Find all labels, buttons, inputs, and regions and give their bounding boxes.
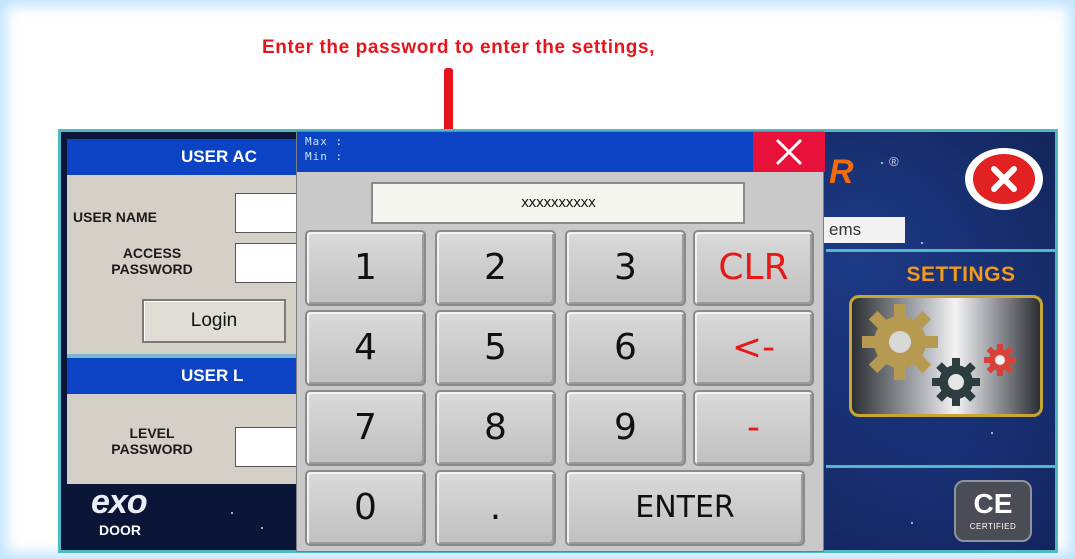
key-backspace[interactable]: <-: [693, 310, 814, 386]
key-8[interactable]: 8: [435, 390, 556, 466]
keypad-title-bar: Max : Min :: [297, 132, 825, 172]
numeric-keypad-dialog: Max : Min : xxxxxxxxxx 1 2 3 CLR 4 5 6 <…: [296, 131, 825, 552]
teal-divider: [826, 465, 1055, 468]
ce-badge-icon: CE CERTIFIED: [954, 480, 1032, 542]
gears-icon: [862, 304, 1016, 406]
ce-mark: CE: [973, 488, 1013, 519]
star: [991, 432, 993, 434]
door-brand: DOOR: [99, 522, 141, 538]
key-1[interactable]: 1: [305, 230, 426, 306]
brand-logo-letter: R: [829, 153, 854, 191]
password-display: xxxxxxxxxx: [371, 182, 745, 224]
panel-divider: [67, 354, 307, 358]
level-password-label-line2: PASSWORD: [111, 441, 193, 457]
key-clear[interactable]: CLR: [693, 230, 814, 306]
level-password-label-line1: LEVEL: [129, 425, 175, 441]
star: [921, 242, 923, 244]
user-name-label: USER NAME: [73, 209, 158, 225]
min-label: Min :: [305, 150, 344, 163]
key-2[interactable]: 2: [435, 230, 556, 306]
star: [231, 512, 233, 514]
user-access-header: USER AC: [67, 139, 307, 175]
key-enter[interactable]: ENTER: [565, 470, 805, 546]
close-x-glyph: [973, 154, 1035, 204]
settings-button[interactable]: [849, 295, 1043, 417]
key-6[interactable]: 6: [565, 310, 686, 386]
key-0[interactable]: 0: [305, 470, 426, 546]
close-x-svg: [991, 166, 1017, 192]
key-7[interactable]: 7: [305, 390, 426, 466]
access-password-label-line2: PASSWORD: [111, 261, 193, 277]
access-password-label-line1: ACCESS: [122, 245, 182, 261]
access-password-label: ACCESS PASSWORD: [77, 245, 227, 277]
close-x-icon: [775, 138, 803, 166]
key-9[interactable]: 9: [565, 390, 686, 466]
large-gear: [862, 304, 938, 380]
registered-mark: ®: [889, 154, 899, 169]
exo-door-logo: exo DOOR: [91, 482, 191, 550]
close-circle-icon[interactable]: [965, 148, 1043, 210]
exo-brand: exo: [91, 483, 148, 521]
login-button[interactable]: Login: [142, 299, 286, 343]
user-level-header: USER L: [67, 358, 307, 394]
teal-divider: [826, 249, 1055, 252]
key-4[interactable]: 4: [305, 310, 426, 386]
ce-certified-text: CERTIFIED: [969, 522, 1017, 531]
star: [911, 522, 913, 524]
annotation-caption: Enter the password to enter the settings…: [262, 37, 656, 58]
items-tag: ems: [821, 217, 905, 243]
key-3[interactable]: 3: [565, 230, 686, 306]
key-5[interactable]: 5: [435, 310, 556, 386]
red-gear: [984, 344, 1016, 376]
star: [261, 527, 263, 529]
key-minus[interactable]: -: [693, 390, 814, 466]
dark-gear: [932, 358, 980, 406]
key-decimal[interactable]: .: [435, 470, 556, 546]
max-label: Max :: [305, 135, 344, 148]
keypad-close-button[interactable]: [753, 132, 825, 172]
user-login-panel: USER AC USER NAME ACCESS PASSWORD Login …: [67, 139, 307, 484]
settings-label: SETTINGS: [906, 263, 1016, 286]
star: [881, 162, 883, 164]
level-password-label: LEVEL PASSWORD: [77, 425, 227, 457]
